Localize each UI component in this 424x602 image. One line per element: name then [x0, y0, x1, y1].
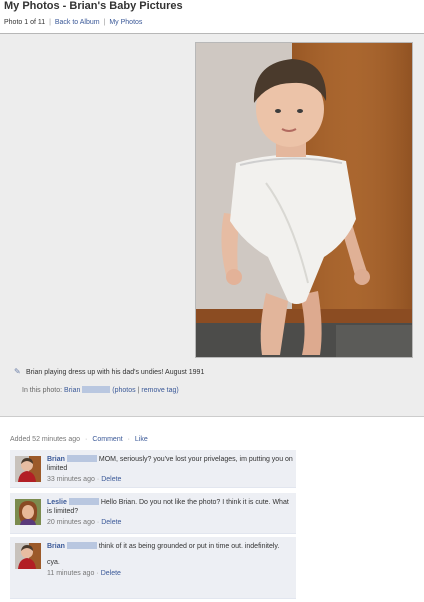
remove-tag-link[interactable]: remove tag) — [141, 387, 178, 394]
in-this-photo: In this photo: Brian (photos | remove ta… — [22, 386, 179, 394]
redacted-surname — [66, 455, 97, 462]
separator: · — [85, 436, 88, 443]
photo-subnav: Photo 1 of 11 | Back to Album | My Photo… — [4, 19, 142, 26]
comment-time: 20 minutes ago — [47, 519, 95, 526]
photo-image — [196, 43, 412, 357]
caption-text: Brian playing dress up with his dad's un… — [25, 369, 205, 376]
comment-text: think of it as being grounded or put in … — [98, 543, 280, 550]
separator: | — [103, 19, 106, 26]
photo-caption: ✎ Brian playing dress up with his dad's … — [14, 367, 204, 376]
my-photos-link[interactable]: My Photos — [109, 19, 142, 26]
comment-item: Brian think of it as being grounded or pu… — [10, 537, 296, 599]
photo-counter: Photo 1 of 11 — [4, 19, 46, 26]
separator: | — [49, 19, 51, 26]
back-to-album-link[interactable]: Back to Album — [55, 19, 100, 26]
comment-item: Brian MOM, seriously? you've lost your pr… — [10, 450, 296, 488]
in-this-photo-label: In this photo: — [22, 387, 63, 394]
page-title: My Photos - Brian's Baby Pictures — [4, 0, 183, 12]
page-header: My Photos - Brian's Baby Pictures Photo … — [0, 0, 424, 36]
redacted-surname — [66, 542, 97, 549]
avatar[interactable] — [15, 543, 41, 569]
tagged-person-link[interactable]: Brian — [64, 387, 80, 394]
comment-body: Brian MOM, seriously? you've lost your pr… — [47, 455, 293, 484]
comment-time: 11 minutes ago — [47, 570, 95, 577]
avatar[interactable] — [15, 499, 41, 525]
comment-time: 33 minutes ago — [47, 476, 95, 483]
comment-link[interactable]: Comment — [92, 436, 122, 443]
like-link[interactable]: Like — [135, 436, 148, 443]
comment-author-link[interactable]: Leslie — [47, 499, 67, 506]
added-time: Added 52 minutes ago — [10, 436, 81, 443]
comment-text-line2: cya. — [47, 559, 60, 566]
separator: · — [127, 436, 130, 443]
comment-body: Brian think of it as being grounded or pu… — [47, 542, 293, 578]
tagged-photos-link[interactable]: (photos — [112, 387, 135, 394]
avatar[interactable] — [15, 456, 41, 482]
redacted-surname — [68, 498, 99, 505]
delete-comment-link[interactable]: Delete — [101, 570, 121, 577]
pencil-icon[interactable]: ✎ — [14, 367, 24, 376]
separator: | — [137, 387, 140, 394]
comment-author-link[interactable]: Brian — [47, 543, 65, 550]
delete-comment-link[interactable]: Delete — [101, 476, 121, 483]
comment-item: Leslie Hello Brian. Do you not like the p… — [10, 493, 296, 534]
redacted-surname — [82, 386, 111, 393]
delete-comment-link[interactable]: Delete — [101, 519, 121, 526]
comment-author-link[interactable]: Brian — [47, 456, 65, 463]
photo-activity: Added 52 minutes ago · Comment · Like — [10, 436, 148, 443]
photo-panel: ✎ Brian playing dress up with his dad's … — [0, 34, 424, 417]
comment-body: Leslie Hello Brian. Do you not like the p… — [47, 498, 293, 527]
main-photo[interactable] — [195, 42, 413, 358]
